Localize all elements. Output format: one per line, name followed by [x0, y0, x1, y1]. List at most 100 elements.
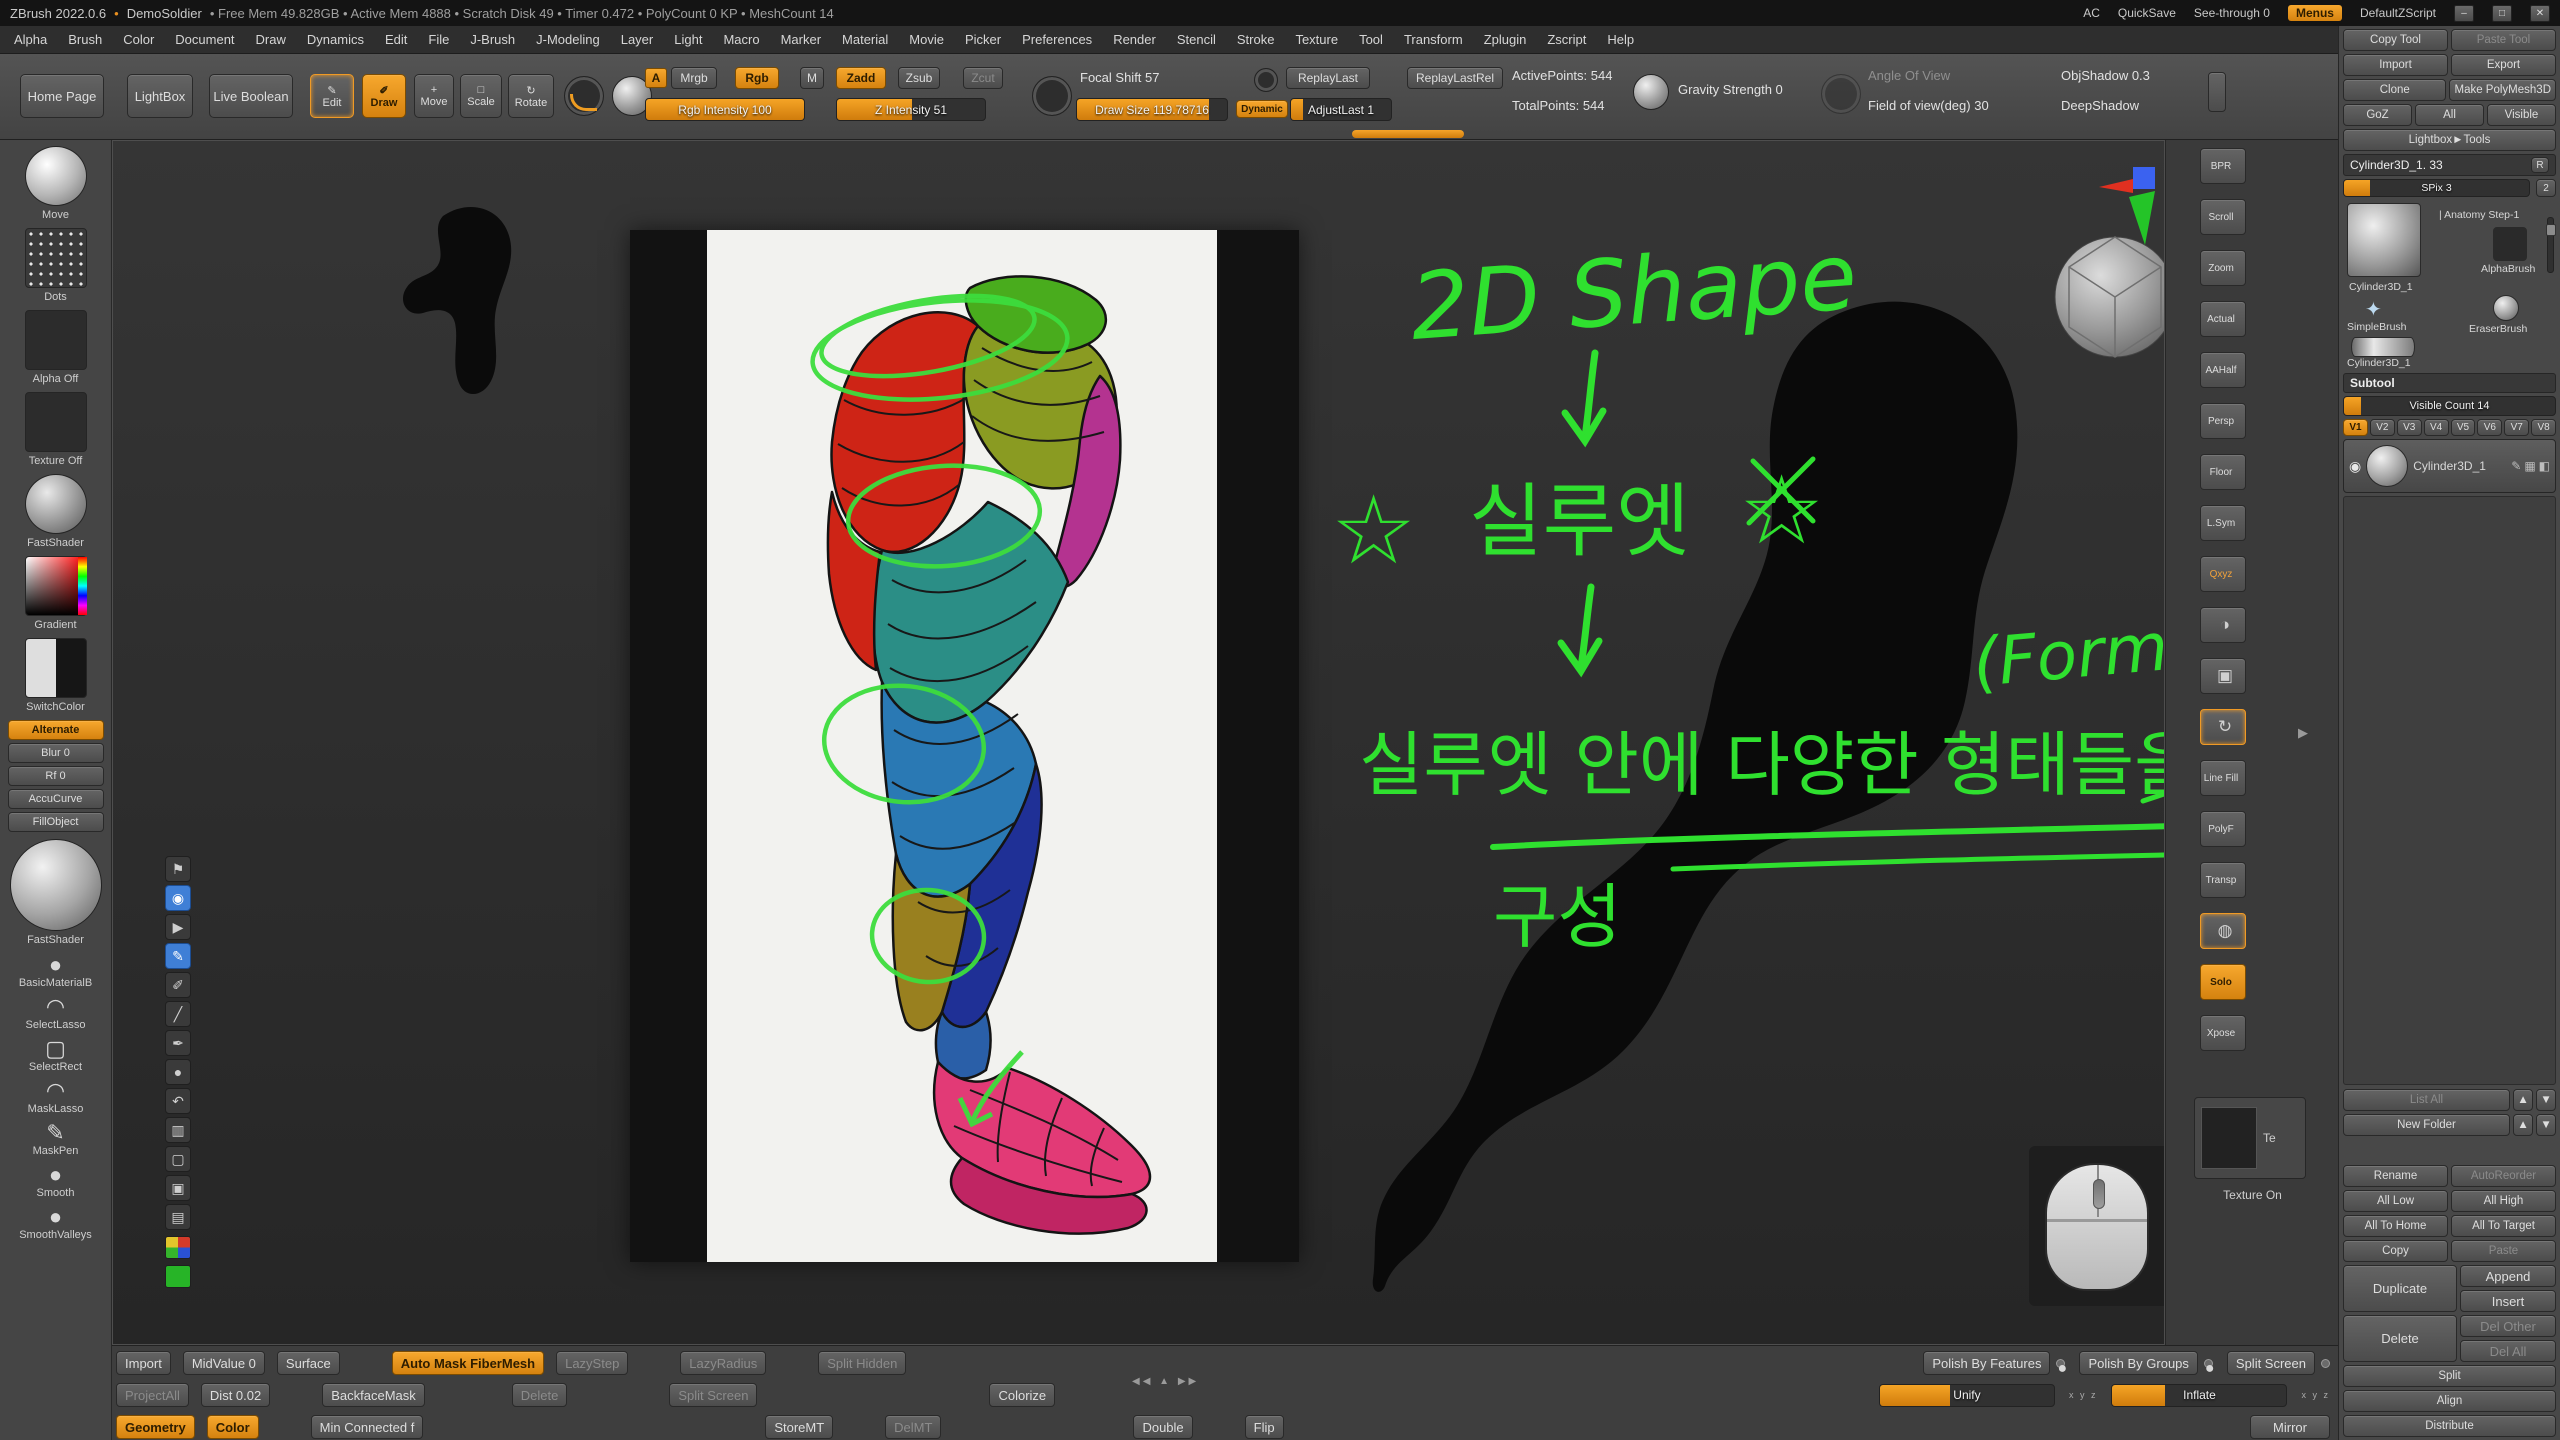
menu-item[interactable]: Movie: [909, 32, 944, 47]
menu-item[interactable]: Marker: [781, 32, 821, 47]
color-swatch-multi[interactable]: [165, 1236, 191, 1259]
palette-small-button[interactable]: Alternate: [8, 720, 104, 740]
minimize-button[interactable]: –: [2454, 5, 2474, 22]
menu-item[interactable]: J-Brush: [470, 32, 515, 47]
move-button[interactable]: +Move: [414, 74, 454, 118]
subtool-action-button[interactable]: Rename: [2343, 1165, 2448, 1187]
subtool-list-item[interactable]: ◉ Cylinder3D_1 ✎ ▦ ◧: [2343, 439, 2556, 493]
material-sphere-icon[interactable]: [10, 839, 102, 931]
mask-icon[interactable]: ◧: [2539, 459, 2550, 473]
palette-tool-icon[interactable]: ✎: [46, 1121, 64, 1145]
spix-value[interactable]: 2: [2536, 179, 2556, 197]
menu-item[interactable]: Layer: [621, 32, 654, 47]
bottom-button[interactable]: Auto Mask FiberMesh: [392, 1351, 544, 1375]
align-button[interactable]: Align: [2343, 1390, 2556, 1412]
menu-item[interactable]: Zscript: [1547, 32, 1586, 47]
live-boolean-button[interactable]: Live Boolean: [209, 74, 293, 118]
bottom-button[interactable]: Dist 0.02: [201, 1383, 270, 1407]
menu-item[interactable]: Alpha: [14, 32, 47, 47]
zcut-button[interactable]: Zcut: [963, 67, 1003, 89]
subtool-version-tab[interactable]: V1: [2343, 419, 2368, 436]
subtool-version-tab[interactable]: V6: [2477, 419, 2502, 436]
camera-icon[interactable]: ▣: [165, 1175, 191, 1201]
alphabrush-thumbnail[interactable]: [2493, 227, 2527, 261]
see-through-slider[interactable]: See-through 0: [2194, 6, 2270, 20]
menu-item[interactable]: Macro: [723, 32, 759, 47]
tool-panel-button[interactable]: GoZ: [2343, 104, 2412, 126]
uv-icon[interactable]: ▦: [2524, 459, 2535, 473]
subtool-action-button[interactable]: AutoReorder: [2451, 1165, 2556, 1187]
line-icon[interactable]: ╱: [165, 1001, 191, 1027]
right-shelf-button[interactable]: AAHalf: [2200, 352, 2246, 388]
obj-shadow-slider[interactable]: ObjShadow 0.3: [2061, 68, 2150, 83]
material-well[interactable]: FastShader: [10, 839, 102, 946]
visibility-eye-icon[interactable]: ◉: [2349, 458, 2361, 475]
field-of-view-slider[interactable]: Field of view(deg) 30: [1868, 98, 1989, 113]
menu-item[interactable]: Texture: [1295, 32, 1338, 47]
right-shelf-button[interactable]: Floor: [2200, 454, 2246, 490]
anatomy-brush-label[interactable]: | Anatomy Step-1: [2439, 209, 2519, 221]
palette-tool[interactable]: ◠ SelectLasso: [26, 995, 86, 1031]
shelf-scrollbar[interactable]: [1352, 130, 1464, 138]
layers-icon[interactable]: ▤: [165, 1204, 191, 1230]
palette-item[interactable]: SwitchColor: [25, 638, 87, 713]
new-folder-button[interactable]: New Folder: [2343, 1114, 2510, 1136]
bottom-button[interactable]: BackfaceMask: [322, 1383, 425, 1407]
tool-panel-button[interactable]: Make PolyMesh3D: [2449, 79, 2556, 101]
subtool-action-button[interactable]: All Low: [2343, 1190, 2448, 1212]
palette-small-button[interactable]: Blur 0: [8, 743, 104, 763]
rotate-gizmo-icon[interactable]: ↻: [2200, 709, 2246, 745]
menu-item[interactable]: Stencil: [1177, 32, 1216, 47]
palette-item-icon[interactable]: [25, 146, 87, 206]
palette-item[interactable]: FastShader: [25, 474, 87, 549]
menu-item[interactable]: Document: [175, 32, 234, 47]
ink-pen-icon[interactable]: ✒: [165, 1030, 191, 1056]
right-shelf-button[interactable]: Transp: [2200, 862, 2246, 898]
shelf-overflow-button[interactable]: [2208, 72, 2226, 112]
bottom-toggle[interactable]: Polish By Groups●: [2079, 1351, 2212, 1375]
adjust-last-slider[interactable]: AdjustLast 1: [1290, 98, 1392, 121]
bottom-button[interactable]: MidValue 0: [183, 1351, 265, 1375]
marker-icon[interactable]: ✐: [165, 972, 191, 998]
distribute-button[interactable]: Distribute: [2343, 1415, 2556, 1437]
menu-item[interactable]: Dynamics: [307, 32, 364, 47]
unify-slider[interactable]: Unify: [1879, 1384, 2055, 1407]
ghost-icon[interactable]: ◍: [2200, 913, 2246, 949]
subtool-version-tab[interactable]: V3: [2397, 419, 2422, 436]
menu-item[interactable]: Transform: [1404, 32, 1463, 47]
lightbox-button[interactable]: LightBox: [127, 74, 193, 118]
subtool-version-tab[interactable]: V7: [2504, 419, 2529, 436]
bottom-button[interactable]: Delete: [512, 1383, 568, 1407]
menu-item[interactable]: File: [428, 32, 449, 47]
draw-size-slider[interactable]: Draw Size 119.78716: [1076, 98, 1228, 121]
menu-item[interactable]: Tool: [1359, 32, 1383, 47]
palette-small-button[interactable]: FillObject: [8, 812, 104, 832]
pen-icon[interactable]: ✎: [165, 943, 191, 969]
z-intensity-slider[interactable]: Z Intensity 51: [836, 98, 986, 121]
bottom-button[interactable]: Import: [116, 1351, 171, 1375]
palette-item[interactable]: Dots: [25, 228, 87, 303]
palette-item-icon[interactable]: [25, 638, 87, 698]
bottom-toggle[interactable]: Polish By Features●: [1923, 1351, 2065, 1375]
trash-icon[interactable]: ▥: [165, 1117, 191, 1143]
menu-item[interactable]: Preferences: [1022, 32, 1092, 47]
bottom-button[interactable]: LazyStep: [556, 1351, 628, 1375]
delete-button[interactable]: Delete: [2343, 1315, 2457, 1362]
eraserbrush-thumbnail[interactable]: [2493, 295, 2519, 321]
box-icon[interactable]: ▢: [165, 1146, 191, 1172]
toggle-dot[interactable]: ●: [2056, 1359, 2065, 1368]
palette-tool-icon[interactable]: ●: [49, 953, 62, 977]
palette-tool-icon[interactable]: ●: [49, 1205, 62, 1229]
rgb-intensity-slider[interactable]: Rgb Intensity 100: [645, 98, 805, 121]
palette-tool[interactable]: ◠ MaskLasso: [28, 1079, 84, 1115]
list-all-button[interactable]: List All: [2343, 1089, 2510, 1111]
bottom-button[interactable]: StoreMT: [765, 1415, 833, 1439]
texture-on-label[interactable]: Texture On: [2166, 1188, 2339, 1202]
scale-button[interactable]: □Scale: [460, 74, 502, 118]
right-shelf-button[interactable]: PolyF: [2200, 811, 2246, 847]
simplebrush-icon[interactable]: ✦: [2365, 297, 2382, 322]
maximize-button[interactable]: □: [2492, 5, 2512, 22]
spix-slider[interactable]: SPix 3: [2343, 179, 2530, 197]
palette-tool-icon[interactable]: ▢: [45, 1037, 66, 1061]
eye-icon[interactable]: ◉: [165, 885, 191, 911]
